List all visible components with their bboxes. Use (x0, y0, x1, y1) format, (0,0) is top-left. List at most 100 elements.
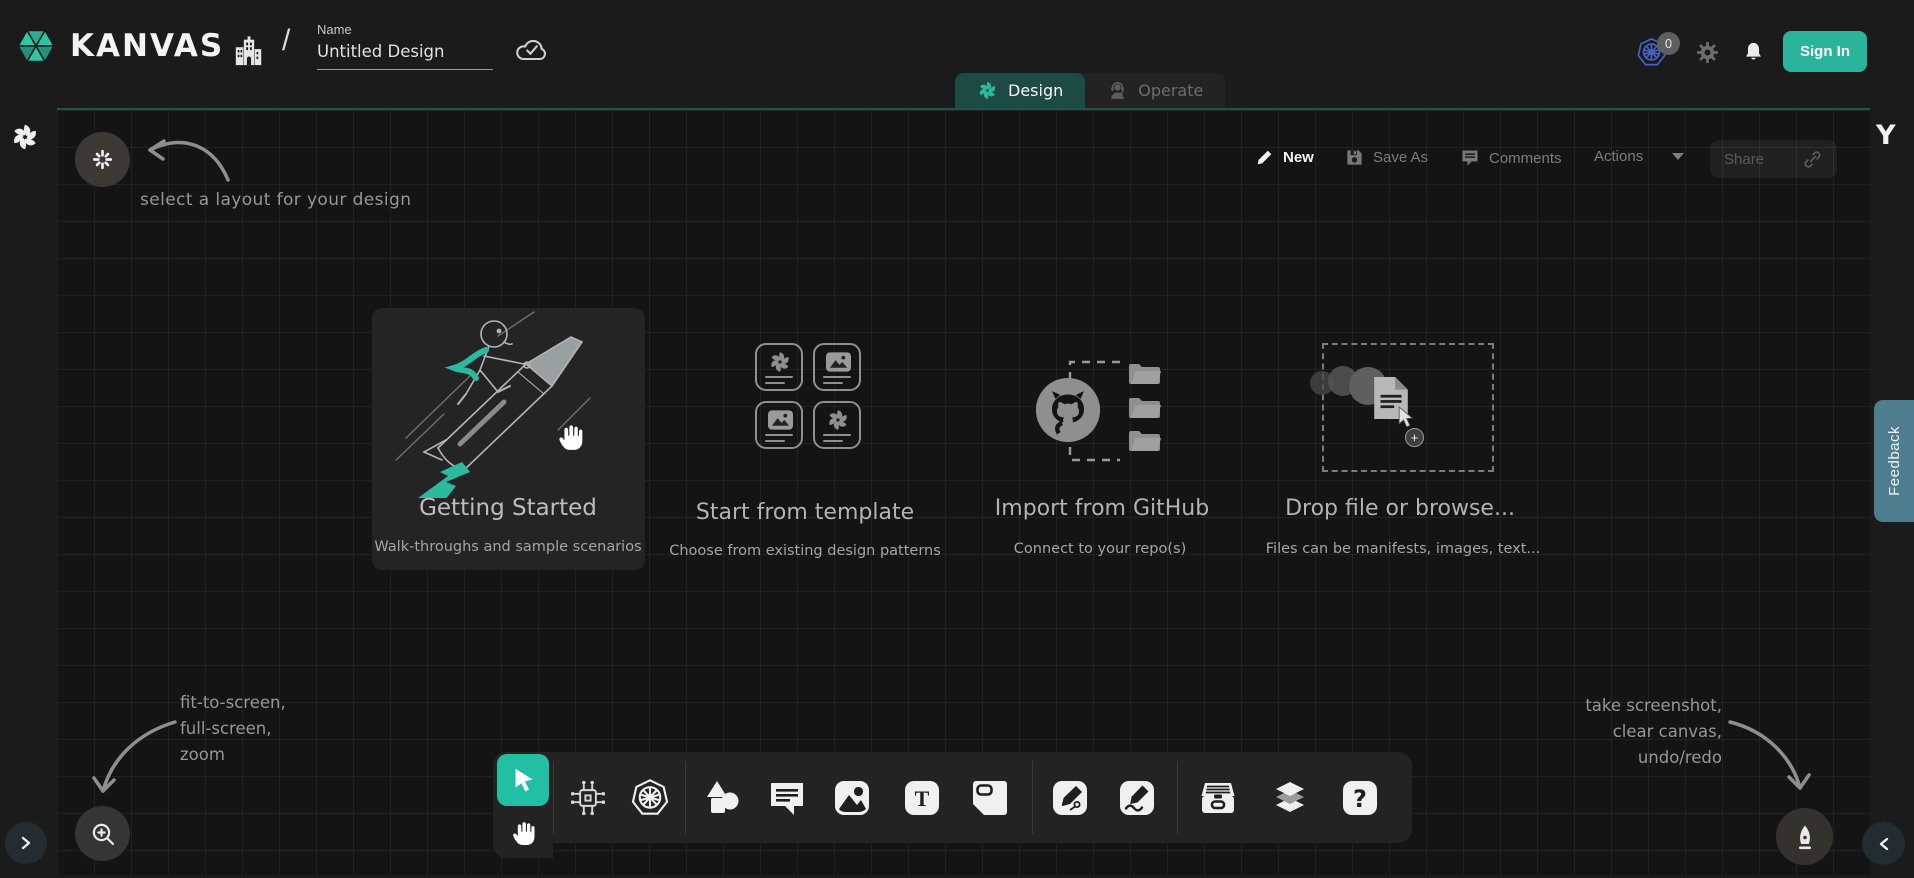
zoom-in-icon (89, 820, 117, 848)
comments-button[interactable]: Comments (1460, 148, 1562, 168)
app-logo[interactable]: KANVAS (14, 24, 224, 68)
note-icon (970, 778, 1010, 818)
plus-badge: + (1405, 428, 1424, 447)
feedback-tab[interactable]: Feedback (1874, 400, 1914, 522)
caret-down-icon (1672, 153, 1684, 160)
card-drop-file[interactable]: + (1285, 330, 1525, 480)
toolbar-separator (1032, 761, 1033, 834)
save-as-label: Save As (1373, 149, 1428, 166)
app-logo-text: KANVAS (70, 28, 224, 64)
image-icon (826, 352, 851, 372)
comments-icon (1460, 148, 1480, 168)
save-as-button[interactable]: Save As (1345, 148, 1428, 167)
collapse-right-panel-button[interactable] (1862, 822, 1905, 865)
expand-left-panel-button[interactable] (5, 822, 47, 864)
bottom-toolbar: T ? (493, 752, 1412, 843)
pointer-tool-column (493, 752, 553, 858)
design-name-input[interactable] (317, 42, 493, 70)
credits-badge: 0 (1657, 32, 1680, 55)
layout-picker-button[interactable] (75, 132, 130, 187)
kubernetes-tool-button[interactable] (628, 776, 672, 820)
layers-icon (1270, 778, 1310, 818)
cursor-icon (508, 765, 538, 795)
share-label: Share (1724, 151, 1764, 168)
card-getting-started[interactable] (372, 308, 645, 570)
left-rail (0, 108, 57, 878)
card-github-title: Import from GitHub (995, 496, 1209, 521)
tab-design-label: Design (1008, 81, 1063, 100)
building-icon[interactable] (233, 34, 265, 68)
pan-tool-button[interactable] (497, 808, 549, 856)
hand-icon (509, 818, 537, 846)
card-template-subtitle: Choose from existing design patterns (669, 543, 941, 559)
comments-label: Comments (1489, 150, 1562, 167)
pen-nib-icon (1791, 823, 1819, 851)
kanvas-hexagon-logo-icon (14, 24, 58, 68)
github-import-graphic (985, 330, 1225, 480)
feedback-label: Feedback (1886, 426, 1903, 496)
archive-tool-button[interactable] (1196, 776, 1240, 820)
infrastructure-tool-button[interactable] (566, 776, 610, 820)
share-button[interactable]: Share (1710, 140, 1837, 178)
notifications-bell-icon[interactable] (1742, 40, 1765, 64)
text-tool-button[interactable]: T (900, 776, 944, 820)
card-template-title: Start from template (696, 500, 914, 525)
layout-asterisk-icon (91, 148, 114, 171)
rocket-rider-illustration (372, 308, 645, 498)
text-icon: T (902, 778, 942, 818)
template-tile-image (813, 343, 861, 391)
note-tool-button[interactable] (968, 776, 1012, 820)
design-name-label: Name (317, 22, 352, 37)
kanvas-app: KANVAS / Name Design Operate 0 Sign In Y (0, 0, 1914, 878)
pen-tool-button[interactable] (1048, 776, 1092, 820)
mode-tabs: Design Operate (955, 73, 1225, 108)
pencil-tool-button[interactable] (1115, 776, 1159, 820)
toolbar-separator (553, 761, 554, 834)
template-tile-swirl (755, 343, 803, 391)
sign-in-button[interactable]: Sign In (1783, 31, 1867, 72)
template-tile-swirl (813, 401, 861, 449)
chevron-right-icon (19, 836, 33, 850)
chip-icon (567, 777, 609, 819)
help-tool-button[interactable]: ? (1338, 776, 1382, 820)
canvas-actions-button[interactable] (1776, 808, 1833, 865)
select-tool-button[interactable] (497, 754, 549, 806)
github-octocat-icon (1034, 376, 1102, 444)
toolbar-separator (1177, 761, 1178, 834)
swirl-logo-icon (10, 122, 40, 152)
card-import-github[interactable] (985, 330, 1225, 480)
card-getting-started-subtitle: Walk-throughs and sample scenarios (374, 539, 641, 555)
image-icon (832, 778, 872, 818)
design-swirl-icon (977, 80, 998, 101)
image-tool-button[interactable] (830, 776, 874, 820)
tab-operate[interactable]: Operate (1085, 73, 1225, 108)
folder-icon (1128, 429, 1162, 453)
help-icon: ? (1340, 778, 1380, 818)
kubernetes-helm-icon (630, 778, 670, 818)
image-icon (768, 410, 793, 430)
actions-hint-text: take screenshot,clear canvas,undo/redo (1520, 693, 1722, 771)
actions-dropdown[interactable]: Actions (1594, 148, 1684, 165)
y-logo: Y (1876, 120, 1896, 151)
settings-gear-icon[interactable] (1696, 41, 1719, 64)
tab-design[interactable]: Design (955, 73, 1085, 108)
zoom-controls-button[interactable] (75, 806, 130, 861)
drop-cursor-icon (1398, 406, 1415, 429)
new-label: New (1283, 149, 1314, 166)
card-start-from-template[interactable] (755, 343, 861, 449)
card-github-subtitle: Connect to your repo(s) (1014, 541, 1186, 557)
shapes-icon (702, 778, 742, 818)
swirl-icon (826, 408, 850, 432)
card-drop-title: Drop file or browse... (1285, 496, 1515, 521)
shapes-tool-button[interactable] (700, 776, 744, 820)
chevron-left-icon (1877, 837, 1891, 851)
cloud-saved-icon (514, 36, 550, 64)
link-icon (1802, 149, 1823, 170)
new-button[interactable]: New (1255, 148, 1314, 167)
pen-icon (1050, 778, 1090, 818)
layers-tool-button[interactable] (1268, 776, 1312, 820)
comment-tool-button[interactable] (765, 776, 809, 820)
toolbar-separator (685, 761, 686, 834)
pencil-icon (1117, 778, 1157, 818)
folder-icon (1128, 396, 1162, 420)
